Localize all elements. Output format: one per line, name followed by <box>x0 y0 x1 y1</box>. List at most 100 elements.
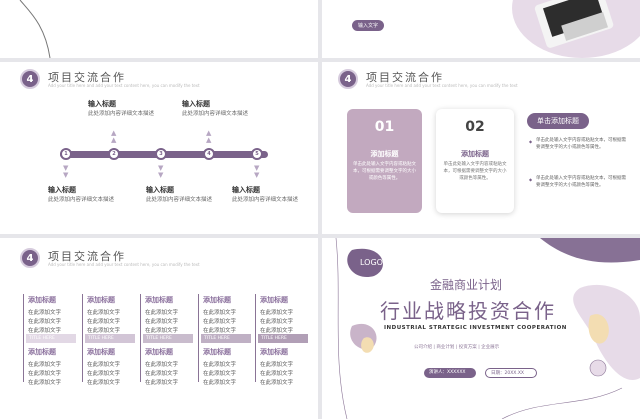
column-item: 在此添加文字 <box>87 362 121 368</box>
column-item: 在此添加文字 <box>87 380 121 386</box>
column-item: 在此添加文字 <box>203 371 237 377</box>
tag-display: 企业展示 <box>481 345 500 350</box>
card-description: 单击此处输入文字内容或粘贴文本，可根据需要调整文字的大小或颜色等属性。 <box>353 162 416 181</box>
section-badge: 4 <box>20 248 40 268</box>
column-title: 添加标题 <box>28 348 56 356</box>
cover-tags: 公司介绍 | 商业计划 | 投资方案 | 企业展示 <box>414 345 500 350</box>
column-item: 在此添加文字 <box>203 319 237 325</box>
column-title-bar: TITLE HERE <box>201 334 251 343</box>
laptop-photo <box>512 0 640 58</box>
column-line <box>82 294 83 382</box>
timeline-item-1-desc: 此处添加内容详细文本描述 <box>48 197 115 203</box>
timeline-item-4-head: 输入标题 <box>182 100 210 108</box>
column-title: 添加标题 <box>28 296 56 304</box>
tag-company: 公司介绍 <box>414 345 432 350</box>
cover-top-title: 金融商业计划 <box>430 278 503 292</box>
timeline-item-3-desc: 此处添加内容详细文本描述 <box>146 197 213 203</box>
column-item: 在此添加文字 <box>260 310 294 316</box>
slide-top-right: 输入文字 <box>322 0 640 58</box>
timeline-item-2-head: 输入标题 <box>88 100 116 108</box>
column-item: 在此添加文字 <box>28 319 62 325</box>
card-01: 01 添加标题 单击此处输入文字内容或粘贴文本，可根据需要调整文字的大小或颜色等… <box>347 109 422 213</box>
column-item: 在此添加文字 <box>87 310 121 316</box>
timeline-node-1: 1 <box>60 148 72 160</box>
timeline-item-1-head: 输入标题 <box>48 186 76 194</box>
side-title-pill: 单击添加标题 <box>527 113 589 129</box>
cover-english-title: INDUSTRIAL STRATEGIC INVESTMENT COOPERAT… <box>384 325 567 331</box>
column-item: 在此添加文字 <box>203 328 237 334</box>
card-heading: 添加标题 <box>370 150 399 158</box>
arrow-up-icon: ▲ <box>206 136 212 144</box>
column-item: 在此添加文字 <box>87 319 121 325</box>
column-title-bar: TITLE HERE <box>258 334 308 343</box>
tag-plan: 商业计划 <box>436 345 455 350</box>
timeline-node-2: 2 <box>108 148 120 160</box>
column-item: 在此添加文字 <box>28 371 62 377</box>
timeline-item-5-head: 输入标题 <box>232 186 260 194</box>
column-item: 在此添加文字 <box>145 310 179 316</box>
column-item: 在此添加文字 <box>28 362 62 368</box>
column-title-bar: TITLE HERE <box>143 334 193 343</box>
column-item: 在此添加文字 <box>260 362 294 368</box>
column-item: 在此添加文字 <box>145 362 179 368</box>
slide-cover: LOGO 金融商业计划 行业战略投资合作 INDUSTRIAL STRATEGI… <box>322 238 640 419</box>
column-title: 添加标题 <box>260 296 288 304</box>
section-badge: 4 <box>20 69 40 89</box>
bullet-icon: ◆ <box>529 139 533 144</box>
column-item: 在此添加文字 <box>145 328 179 334</box>
card-heading: 添加标题 <box>461 150 489 158</box>
timeline-item-4-desc: 此处添加内容详细文本描述 <box>182 111 249 117</box>
timeline-node-3: 3 <box>155 148 167 160</box>
slide-subtitle: Add your title here and add your text co… <box>48 262 200 267</box>
section-badge: 4 <box>338 69 358 89</box>
column-line <box>140 294 141 382</box>
column-title: 添加标题 <box>87 296 115 304</box>
tag-invest: 投资方案 <box>458 345 477 350</box>
card-number: 02 <box>465 119 485 135</box>
date-value: 20XX.XX <box>504 371 525 376</box>
column-item: 在此添加文字 <box>260 380 294 386</box>
slide-cards: 4 项目交流合作 Add your title here and add you… <box>322 62 640 234</box>
slide-subtitle: Add your title here and add your text co… <box>366 83 518 88</box>
presenter-value: XXXXXX <box>447 370 466 375</box>
arrow-down-icon: ▼ <box>63 171 69 179</box>
column-title: 添加标题 <box>145 348 173 356</box>
column-item: 在此添加文字 <box>87 371 121 377</box>
slide-top-left <box>0 0 318 58</box>
column-line <box>198 294 199 382</box>
cover-main-title: 行业战略投资合作 <box>380 299 556 323</box>
date-label: 日期： <box>491 371 505 376</box>
timeline-item-2-desc: 此处添加内容详细文本描述 <box>88 111 155 117</box>
column-item: 在此添加文字 <box>145 380 179 386</box>
side-point-2: 单击此处输入文字内容或粘贴文本，可根据需要调整文字的大小或颜色等属性。 <box>536 176 626 188</box>
arrow-up-icon: ▲ <box>111 136 117 144</box>
column-title: 添加标题 <box>87 348 115 356</box>
presenter-pill: 演讲人：XXXXXX <box>424 368 476 378</box>
card-02: 02 添加标题 单击此处输入文字内容或粘贴文本，可根据需要调整文字的大小或颜色等… <box>436 109 514 213</box>
column-item: 在此添加文字 <box>260 319 294 325</box>
column-title: 添加标题 <box>145 296 173 304</box>
timeline-item-5-desc: 此处添加内容详细文本描述 <box>232 197 299 203</box>
presenter-label: 演讲人： <box>429 370 447 375</box>
column-item: 在此添加文字 <box>203 380 237 386</box>
decorative-curve <box>19 0 51 58</box>
column-title: 添加标题 <box>203 348 231 356</box>
side-point-1: 单击此处输入文字内容或粘贴文本，可根据需要调整文字的大小或颜色等属性。 <box>536 138 626 150</box>
slide-timeline: 4 项目交流合作 Add your title here and add you… <box>0 62 318 234</box>
column-line <box>255 294 256 382</box>
column-item: 在此添加文字 <box>145 371 179 377</box>
column-item: 在此添加文字 <box>28 380 62 386</box>
arrow-down-icon: ▼ <box>158 171 164 179</box>
column-item: 在此添加文字 <box>203 362 237 368</box>
column-item: 在此添加文字 <box>145 319 179 325</box>
column-line <box>23 294 24 382</box>
column-item: 在此添加文字 <box>260 328 294 334</box>
column-item: 在此添加文字 <box>28 328 62 334</box>
slide-subtitle: Add your title here and add your text co… <box>48 83 200 88</box>
column-item: 在此添加文字 <box>87 328 121 334</box>
card-description: 单击此处输入文字内容或粘贴文本，可根据需要调整文字的大小或颜色等属性。 <box>443 162 507 181</box>
timeline-item-3-head: 输入标题 <box>146 186 174 194</box>
column-title-bar: TITLE HERE <box>26 334 76 343</box>
card-number: 01 <box>374 119 395 135</box>
arrow-down-icon: ▼ <box>254 171 260 179</box>
